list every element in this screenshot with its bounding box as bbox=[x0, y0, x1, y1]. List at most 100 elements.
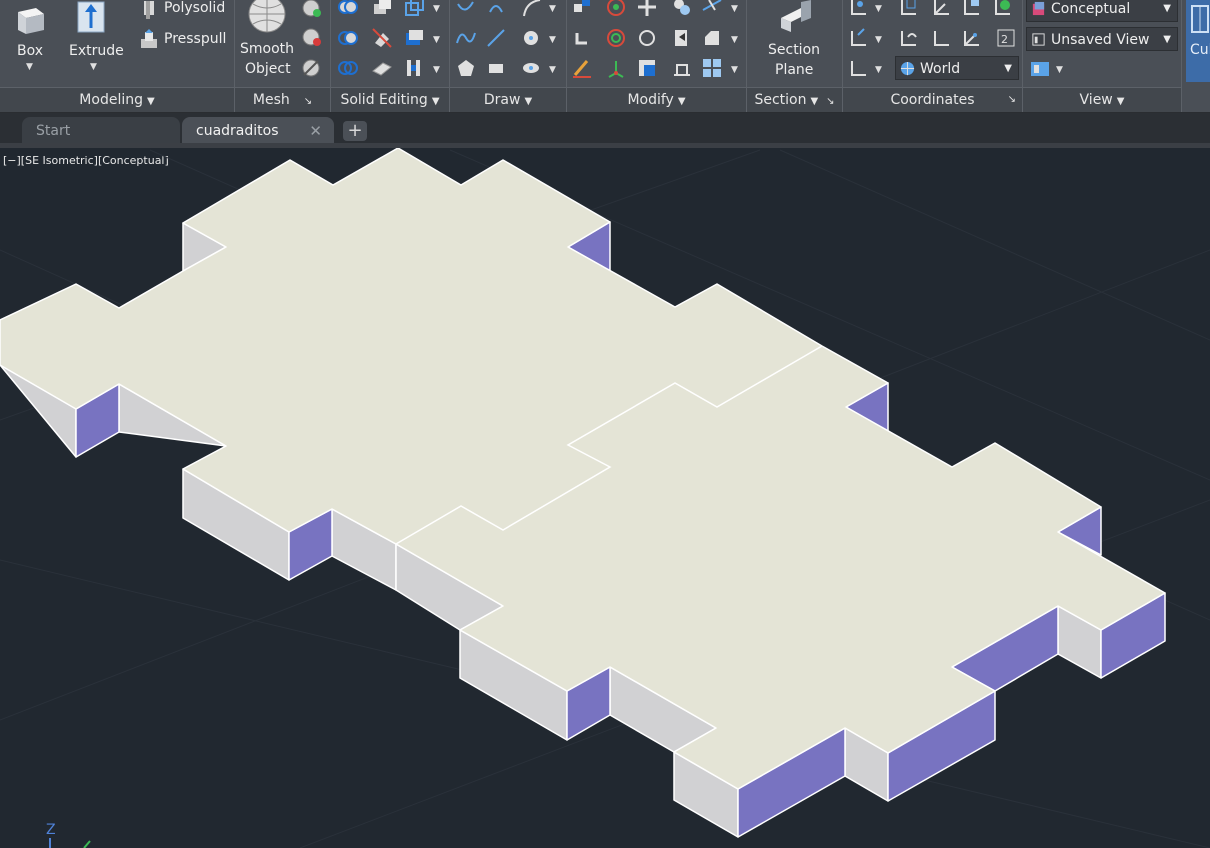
rectangle-icon[interactable] bbox=[485, 57, 507, 79]
spline-fit-icon[interactable] bbox=[455, 27, 477, 49]
chamfer-icon[interactable] bbox=[701, 27, 723, 49]
ucs-icon[interactable] bbox=[848, 0, 870, 18]
rotate-3d-icon[interactable] bbox=[605, 0, 627, 18]
viewport-config-icon[interactable] bbox=[1029, 58, 1051, 80]
section-panel-label[interactable]: Section ▼ ↘ bbox=[747, 87, 842, 112]
move-gizmo-icon[interactable] bbox=[636, 0, 658, 18]
ucs-view-icon[interactable] bbox=[898, 0, 920, 18]
fillet-edge-icon[interactable] bbox=[571, 27, 593, 49]
move-3d-icon[interactable] bbox=[571, 0, 593, 18]
offset-icon[interactable] bbox=[636, 57, 658, 79]
ucs-previous-icon[interactable] bbox=[898, 27, 920, 49]
ucs-z-dropdown[interactable]: ▼ bbox=[875, 65, 882, 75]
visual-style-select[interactable]: Conceptual ▼ bbox=[1026, 0, 1178, 22]
document-tab-bar: Start cuadraditos ✕ + bbox=[0, 113, 1210, 146]
mesh-panel-label[interactable]: Mesh ↘ bbox=[235, 87, 330, 112]
extrude-button[interactable]: Extrude ▼ bbox=[64, 0, 126, 76]
draw-row1-dropdown[interactable]: ▼ bbox=[549, 4, 556, 14]
slice-icon[interactable] bbox=[371, 27, 393, 49]
smooth-object-button[interactable]: Smooth Object bbox=[237, 0, 297, 84]
ucs-world-select[interactable]: World ▼ bbox=[895, 56, 1019, 80]
extrude-dropdown-arrow[interactable]: ▼ bbox=[90, 62, 97, 72]
close-icon[interactable]: ✕ bbox=[309, 117, 322, 145]
box-icon bbox=[18, 8, 44, 34]
polysolid-icon bbox=[144, 1, 154, 19]
culling-button[interactable]: Cul bbox=[1186, 0, 1210, 82]
modify-row1-dropdown[interactable]: ▼ bbox=[731, 4, 738, 14]
view-panel-label[interactable]: View ▼ bbox=[1023, 87, 1181, 112]
ucs-world-value: World bbox=[920, 61, 961, 77]
line-icon[interactable] bbox=[485, 27, 507, 49]
box-button[interactable]: Box ▼ bbox=[6, 0, 54, 76]
explode-icon[interactable] bbox=[701, 0, 723, 18]
section-plane-label-line2: Plane bbox=[775, 62, 814, 78]
subtract-icon[interactable] bbox=[337, 27, 359, 49]
coordinates-panel-label[interactable]: Coordinates ↘ bbox=[843, 87, 1022, 112]
polygon-icon[interactable] bbox=[455, 57, 477, 79]
paint-icon[interactable] bbox=[571, 57, 593, 79]
draw-row3-dropdown[interactable]: ▼ bbox=[549, 65, 556, 75]
mesh-sphere-icon[interactable] bbox=[300, 0, 322, 19]
section-plane-button[interactable]: Section Plane bbox=[757, 0, 833, 84]
ucs-move-icon[interactable] bbox=[605, 57, 627, 79]
ucs-z-icon[interactable] bbox=[848, 57, 870, 79]
3d-rotate-icon[interactable] bbox=[605, 27, 627, 49]
ucs-world-icon[interactable] bbox=[931, 0, 953, 18]
solid-edit-row3-dropdown[interactable]: ▼ bbox=[433, 65, 440, 75]
ucs-face-icon[interactable] bbox=[961, 0, 983, 18]
modify-panel-label[interactable]: Modify ▼ bbox=[567, 87, 746, 112]
separate-icon[interactable] bbox=[403, 0, 425, 18]
new-tab-button[interactable]: + bbox=[343, 121, 367, 141]
array-icon[interactable] bbox=[701, 57, 723, 79]
arc-icon[interactable] bbox=[520, 0, 542, 18]
modify-row2-dropdown[interactable]: ▼ bbox=[731, 35, 738, 45]
modeling-panel-label[interactable]: Modeling ▼ bbox=[0, 87, 234, 112]
tab-cuadraditos[interactable]: cuadraditos ✕ bbox=[182, 117, 334, 145]
presspull-label: Presspull bbox=[164, 31, 227, 47]
intersect-icon[interactable] bbox=[337, 57, 359, 79]
presspull-button[interactable]: Presspull bbox=[138, 29, 230, 51]
ucs-axis-icon: Z bbox=[46, 822, 91, 848]
viewport-config-dropdown[interactable]: ▼ bbox=[1056, 65, 1063, 75]
circle-icon[interactable] bbox=[520, 27, 542, 49]
spline-icon[interactable] bbox=[455, 0, 477, 18]
stretch-icon[interactable] bbox=[671, 57, 693, 79]
solid-edit-row2-dropdown[interactable]: ▼ bbox=[433, 35, 440, 45]
ucs-x-icon[interactable] bbox=[848, 27, 870, 49]
section-plane-icon bbox=[781, 0, 811, 32]
interfere-icon[interactable] bbox=[403, 57, 425, 79]
mesh-crease-icon[interactable] bbox=[300, 57, 322, 79]
region-icon[interactable] bbox=[520, 57, 542, 79]
ucs-object-icon[interactable] bbox=[992, 0, 1014, 18]
draw-panel-label[interactable]: Draw ▼ bbox=[450, 87, 566, 112]
ucs-x-dropdown[interactable]: ▼ bbox=[875, 35, 882, 45]
draw-row2-dropdown[interactable]: ▼ bbox=[549, 35, 556, 45]
chevron-down-icon: ▼ bbox=[1163, 34, 1171, 45]
tab-start[interactable]: Start bbox=[22, 117, 180, 145]
culling-icon bbox=[1191, 5, 1209, 33]
scale-icon[interactable] bbox=[636, 27, 658, 49]
polysolid-button[interactable]: Polysolid bbox=[138, 0, 228, 22]
align-icon[interactable] bbox=[671, 0, 693, 18]
extrude-faces-icon[interactable] bbox=[371, 0, 393, 18]
union-icon[interactable] bbox=[337, 0, 359, 18]
ucs-3point-icon[interactable] bbox=[961, 27, 983, 49]
named-view-select[interactable]: Unsaved View ▼ bbox=[1026, 27, 1178, 51]
mesh-refine-icon[interactable] bbox=[300, 26, 322, 48]
ucs-dropdown[interactable]: ▼ bbox=[875, 4, 882, 14]
solid-editing-panel-label[interactable]: Solid Editing ▼ bbox=[331, 87, 449, 112]
ucs-origin-icon[interactable] bbox=[931, 27, 953, 49]
shell-icon[interactable] bbox=[403, 27, 425, 49]
conceptual-style-icon bbox=[1032, 1, 1045, 16]
culling-label: Cul bbox=[1190, 42, 1210, 58]
thicken-icon[interactable] bbox=[371, 57, 393, 79]
solid-edit-row1-dropdown[interactable]: ▼ bbox=[433, 4, 440, 14]
viewport-canvas[interactable]: Z bbox=[0, 148, 1210, 848]
box-dropdown-arrow[interactable]: ▼ bbox=[26, 62, 33, 72]
modify-row3-dropdown[interactable]: ▼ bbox=[731, 65, 738, 75]
box-label: Box bbox=[17, 43, 44, 59]
mirror-3d-icon[interactable] bbox=[671, 27, 693, 49]
ucs-named-icon[interactable]: 2 bbox=[995, 27, 1017, 49]
helix-icon[interactable] bbox=[485, 0, 507, 18]
presspull-icon bbox=[141, 29, 157, 48]
